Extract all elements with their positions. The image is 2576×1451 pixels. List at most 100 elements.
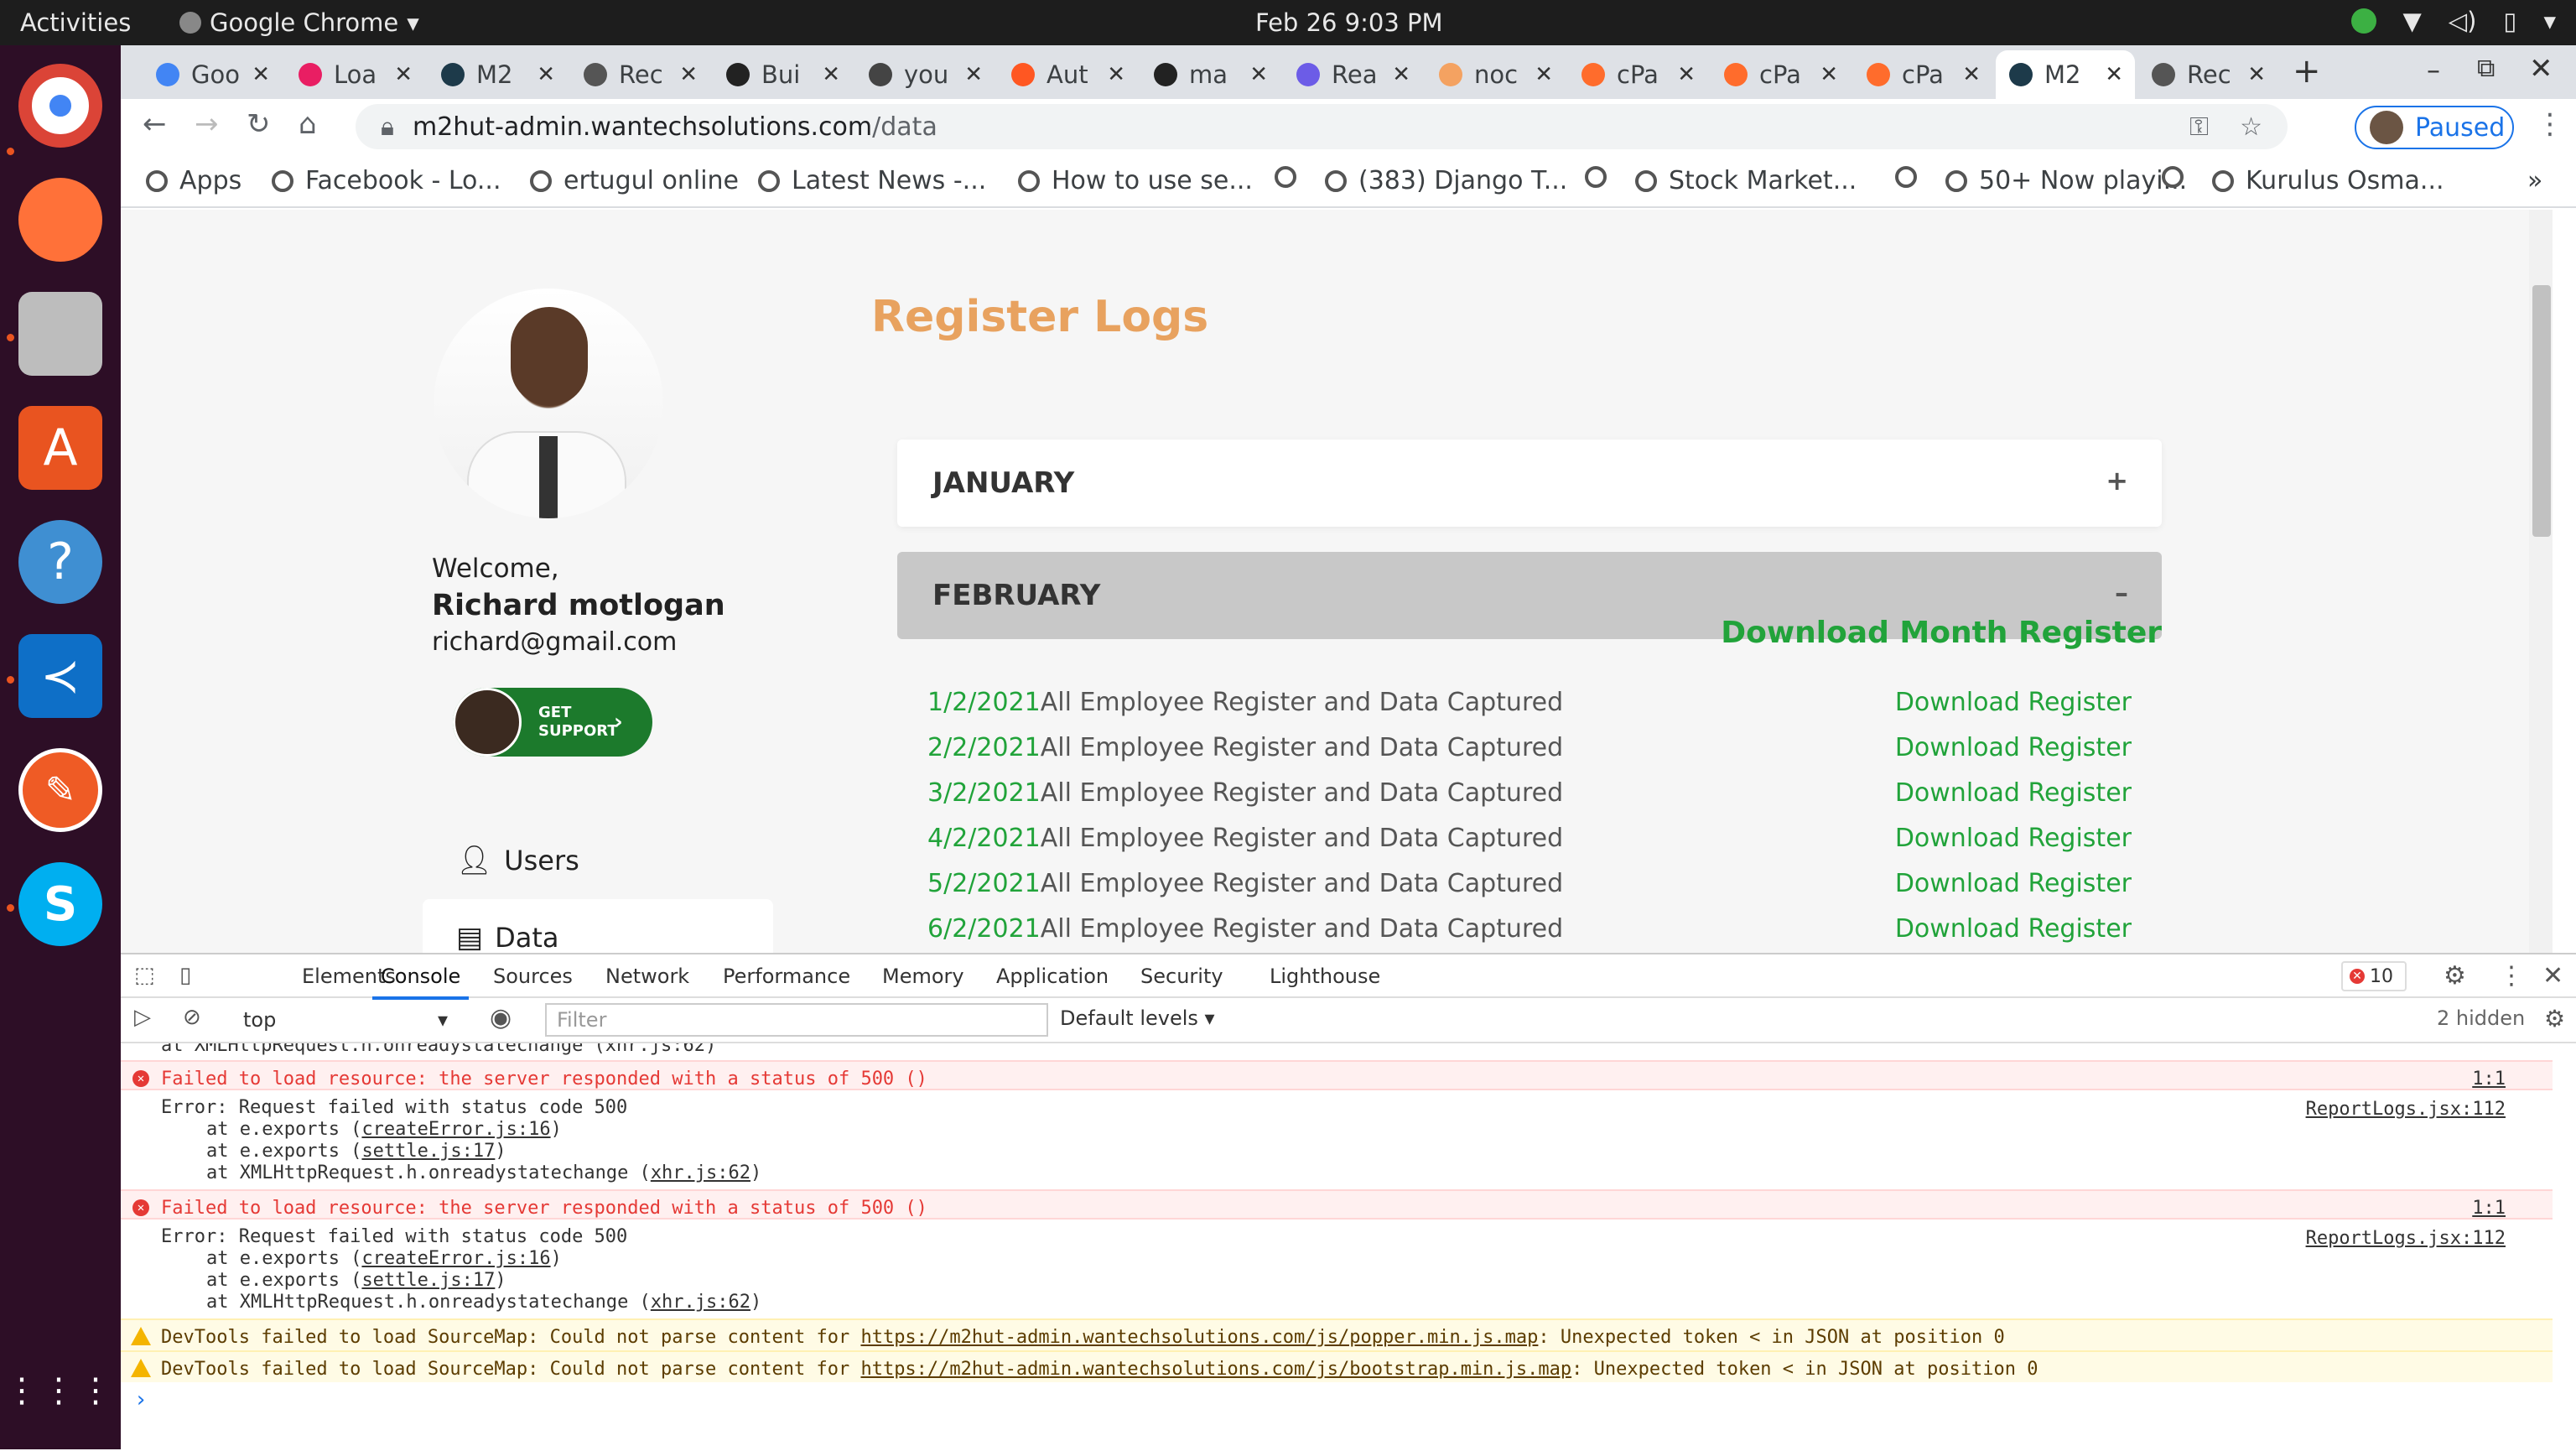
stack-frame-link[interactable]: createError.js:16 bbox=[361, 1119, 550, 1140]
warning-link[interactable]: https://m2hut-admin.wantechsolutions.com… bbox=[860, 1359, 1571, 1380]
close-tab-icon[interactable]: ✕ bbox=[2105, 62, 2123, 87]
new-tab-icon[interactable]: + bbox=[2293, 52, 2321, 91]
vscode-icon[interactable]: ≺ bbox=[18, 634, 102, 718]
tab-7[interactable]: ma ✕ bbox=[1140, 50, 1280, 99]
error-count-badge[interactable]: ✕ 10 bbox=[2341, 961, 2407, 991]
close-devtools-icon[interactable]: ✕ bbox=[2542, 961, 2563, 991]
console-prompt[interactable]: › bbox=[121, 1387, 2553, 1412]
stack-source-link[interactable]: ReportLogs.jsx:112 bbox=[2306, 1228, 2506, 1250]
inspect-icon[interactable]: ⬚ bbox=[134, 963, 155, 988]
close-tab-icon[interactable]: ✕ bbox=[1392, 62, 1410, 87]
close-tab-icon[interactable]: ✕ bbox=[679, 62, 698, 87]
bookmark-item[interactable]: (383) Django T... bbox=[1325, 166, 1567, 195]
download-register-link[interactable]: Download Register bbox=[1895, 824, 2132, 853]
warning-link[interactable]: https://m2hut-admin.wantechsolutions.com… bbox=[860, 1327, 1538, 1348]
close-tab-icon[interactable]: ✕ bbox=[822, 62, 840, 87]
sidebar-item-data[interactable]: ▤ Data bbox=[423, 899, 773, 953]
tab-12[interactable]: cPa ✕ bbox=[1853, 50, 1992, 99]
clear-console-icon[interactable]: ⊘ bbox=[183, 1005, 201, 1030]
help-icon[interactable]: ? bbox=[18, 520, 102, 604]
address-bar[interactable]: 🔒︎ m2hut-admin.wantechsolutions.com/data… bbox=[356, 104, 2288, 149]
tab-1[interactable]: Loa ✕ bbox=[285, 50, 424, 99]
key-icon[interactable]: ⚿ bbox=[2189, 112, 2209, 142]
download-register-link[interactable]: Download Register bbox=[1895, 914, 2132, 944]
stack-frame-link[interactable]: xhr.js:62 bbox=[651, 1162, 750, 1183]
tab-9[interactable]: noc ✕ bbox=[1426, 50, 1565, 99]
close-tab-icon[interactable]: ✕ bbox=[1962, 62, 1981, 87]
reload-icon[interactable]: ↻ bbox=[247, 107, 271, 141]
close-tab-icon[interactable]: ✕ bbox=[1249, 62, 1268, 87]
devtools-tab-network[interactable]: Network bbox=[605, 965, 689, 988]
tab-2[interactable]: M2 ✕ bbox=[428, 50, 567, 99]
maximize-icon[interactable]: ⧉ bbox=[2477, 54, 2495, 83]
console-error[interactable]: ✕ Failed to load resource: the server res… bbox=[121, 1060, 2553, 1090]
star-icon[interactable]: ☆ bbox=[2240, 112, 2262, 142]
close-tab-icon[interactable]: ✕ bbox=[1820, 62, 1838, 87]
console-error[interactable]: ✕ Failed to load resource: the server res… bbox=[121, 1189, 2553, 1220]
close-tab-icon[interactable]: ✕ bbox=[252, 62, 270, 87]
log-levels-dropdown[interactable]: Default levels ▾ bbox=[1060, 1006, 1215, 1030]
download-register-link[interactable]: Download Register bbox=[1895, 869, 2132, 898]
bookmark-item[interactable]: Stock Market... bbox=[1635, 166, 1857, 195]
tab-13[interactable]: M2 ✕ bbox=[1996, 50, 2135, 99]
sidebar-toggle-icon[interactable]: ▷ bbox=[134, 1005, 151, 1030]
home-icon[interactable]: ⌂ bbox=[299, 107, 317, 141]
tab-5[interactable]: you ✕ bbox=[855, 50, 995, 99]
system-tray[interactable]: ▼ ◁) ▯ ▾ bbox=[2350, 7, 2556, 35]
close-window-icon[interactable]: ✕ bbox=[2529, 52, 2553, 86]
software-center-icon[interactable]: A bbox=[18, 406, 102, 490]
stack-frame-link[interactable]: settle.js:17 bbox=[361, 1270, 495, 1291]
settings-gear-icon[interactable]: ⚙ bbox=[2444, 961, 2466, 991]
device-toggle-icon[interactable]: ▯ bbox=[179, 963, 191, 988]
stack-source-link[interactable]: ReportLogs.jsx:112 bbox=[2306, 1099, 2506, 1121]
devtools-tab-performance[interactable]: Performance bbox=[723, 965, 850, 988]
tab-14[interactable]: Rec ✕ bbox=[2138, 50, 2277, 99]
postman-icon[interactable]: ✎ bbox=[18, 748, 102, 832]
skype-icon[interactable]: S bbox=[18, 862, 102, 946]
firefox-icon[interactable] bbox=[18, 178, 102, 262]
devtools-menu-icon[interactable]: ⋮ bbox=[2499, 961, 2524, 991]
devtools-tab-application[interactable]: Application bbox=[996, 965, 1109, 988]
tab-6[interactable]: Aut ✕ bbox=[998, 50, 1137, 99]
more-bookmarks-icon[interactable]: » bbox=[2527, 166, 2542, 195]
devtools-tab-security[interactable]: Security bbox=[1140, 965, 1223, 988]
files-icon[interactable] bbox=[18, 292, 102, 376]
profile-button[interactable]: Paused bbox=[2355, 106, 2514, 149]
show-apps-icon[interactable]: ⋮⋮⋮ bbox=[5, 1349, 112, 1433]
close-tab-icon[interactable]: ✕ bbox=[394, 62, 413, 87]
sidebar-item-users[interactable]: 👤︎ Users bbox=[423, 822, 773, 899]
download-register-link[interactable]: Download Register bbox=[1895, 733, 2132, 762]
page-scrollbar[interactable] bbox=[2529, 210, 2553, 953]
bookmark-item[interactable]: Apps bbox=[146, 166, 242, 195]
devtools-tab-console[interactable]: Console bbox=[371, 965, 470, 1000]
bookmark-item[interactable]: 50+ Now playi... bbox=[1945, 166, 2187, 195]
stack-frame-link[interactable]: createError.js:16 bbox=[361, 1248, 550, 1269]
console-settings-icon[interactable]: ⚙ bbox=[2544, 1005, 2565, 1032]
bookmark-item[interactable] bbox=[1585, 166, 1618, 188]
back-icon[interactable]: ← bbox=[143, 107, 167, 141]
forward-icon[interactable]: → bbox=[195, 107, 219, 141]
close-tab-icon[interactable]: ✕ bbox=[1535, 62, 1553, 87]
devtools-tab-sources[interactable]: Sources bbox=[493, 965, 573, 988]
close-tab-icon[interactable]: ✕ bbox=[1677, 62, 1696, 87]
scrollbar-thumb[interactable] bbox=[2532, 285, 2551, 537]
bookmark-item[interactable]: Kurulus Osma... bbox=[2212, 166, 2444, 195]
get-support-button[interactable]: GET SUPPORT › bbox=[453, 688, 652, 757]
close-tab-icon[interactable]: ✕ bbox=[1107, 62, 1125, 87]
accordion-january[interactable]: JANUARY + bbox=[897, 439, 2162, 527]
tab-0[interactable]: Goo ✕ bbox=[143, 50, 282, 99]
console-filter-input[interactable]: Filter bbox=[545, 1003, 1048, 1037]
bookmark-item[interactable] bbox=[2162, 166, 2195, 188]
tab-4[interactable]: Bui ✕ bbox=[713, 50, 852, 99]
devtools-tab-lighthouse[interactable]: Lighthouse bbox=[1270, 965, 1380, 988]
download-register-link[interactable]: Download Register bbox=[1895, 688, 2132, 717]
close-tab-icon[interactable]: ✕ bbox=[2247, 62, 2266, 87]
tab-3[interactable]: Rec ✕ bbox=[570, 50, 709, 99]
bookmark-item[interactable]: Facebook - Lo... bbox=[272, 166, 501, 195]
close-tab-icon[interactable]: ✕ bbox=[964, 62, 983, 87]
devtools-tab-memory[interactable]: Memory bbox=[882, 965, 964, 988]
tab-8[interactable]: Rea ✕ bbox=[1283, 50, 1422, 99]
download-month-register-link[interactable]: Download Month Register bbox=[1721, 616, 2162, 650]
chrome-icon[interactable] bbox=[18, 64, 102, 148]
stack-frame-link[interactable]: settle.js:17 bbox=[361, 1141, 495, 1162]
